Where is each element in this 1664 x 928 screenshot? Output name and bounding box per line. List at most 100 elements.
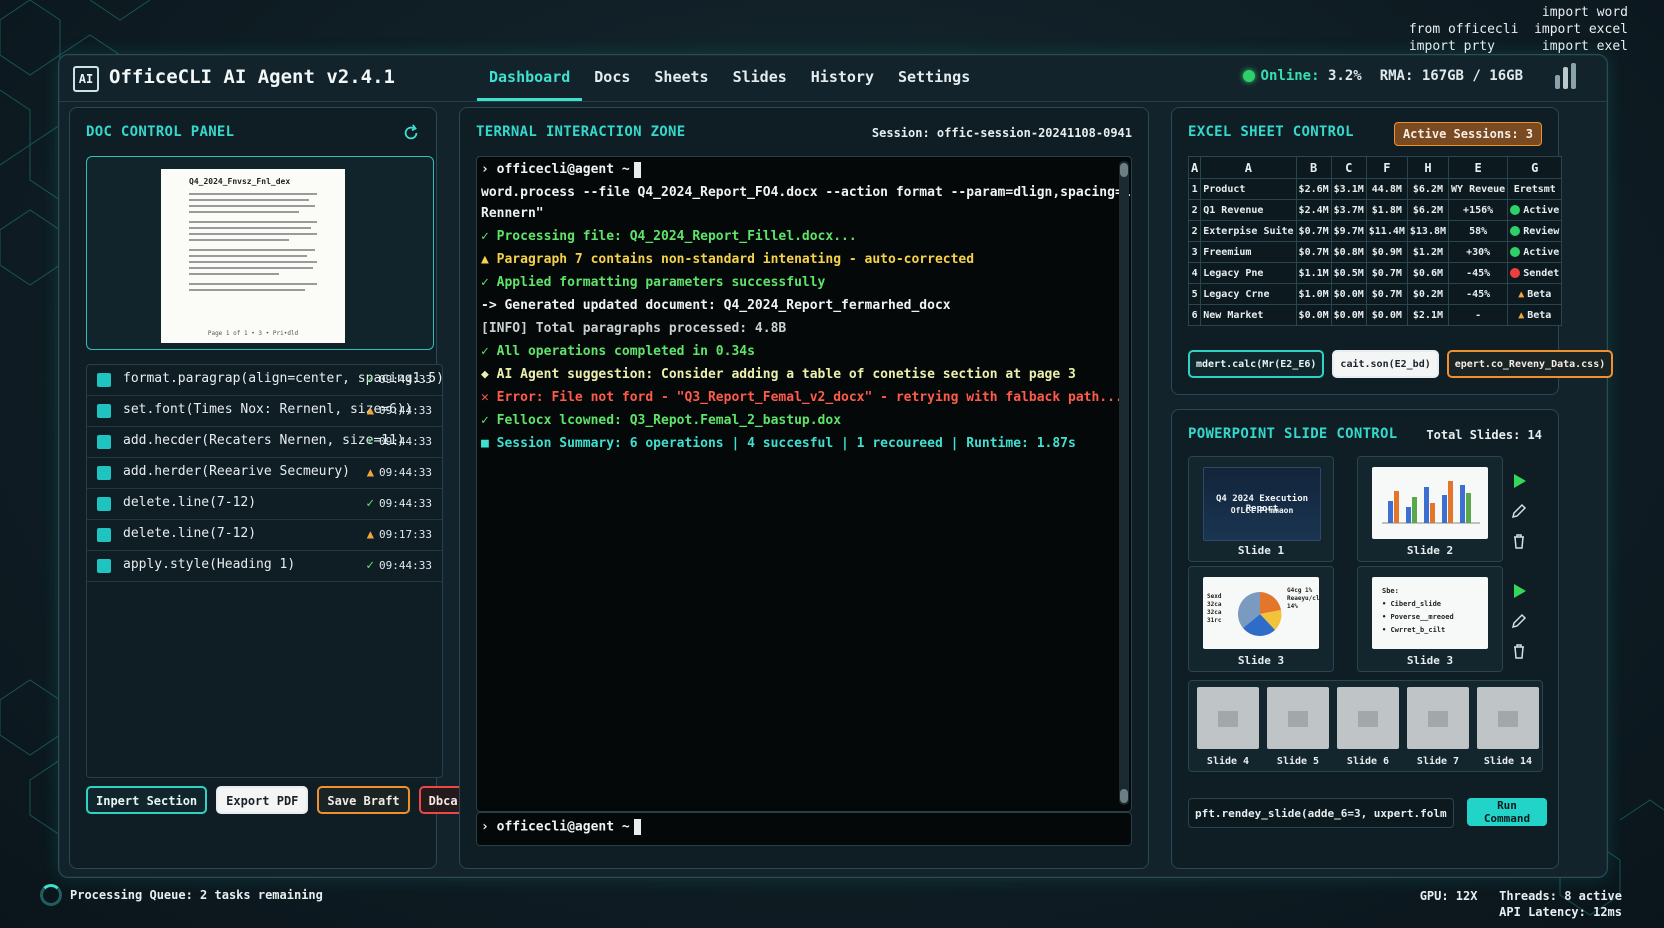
checkbox[interactable] [97,528,111,542]
panel-title: POWERPOINT SLIDE CONTROL [1188,426,1398,442]
ram-usage: RMA: 167GB / 16GB [1379,68,1523,84]
terminal-output[interactable]: › officecli@agent ~ word.process --file … [476,156,1132,812]
play-icon[interactable] [1510,582,1528,600]
document-page-thumbnail: Q4_2024_Fnvsz_Fnl_dex Page 1 of 1 • 3 • … [161,169,345,343]
tab-history[interactable]: History [799,55,886,101]
main-nav: Dashboard Docs Sheets Slides History Set… [477,55,982,101]
edit-json-button[interactable]: cait.son(E2_bd) [1332,350,1439,378]
tab-settings[interactable]: Settings [886,55,982,101]
slide-thumbnail[interactable]: Q4 2024 Execution Report OfLCl Prmmaon S… [1188,456,1334,562]
signal-bars-icon[interactable] [1553,63,1579,91]
checkbox[interactable] [97,435,111,449]
table-row[interactable]: 2 Exterpise Suite $0.7M $9.7M $11.4M $13.8M 58… [1187,220,1563,242]
play-icon[interactable] [1510,472,1528,490]
slide-preview: Sexd 32ca 32ca 31rc G4cg 1% Reaeyu/cle 1… [1203,577,1323,649]
list-item[interactable]: delete.line(7-12) ▲ 09:17:33 [87,520,442,551]
slide-strip: Slide 4 Slide 5 Slide 6 Slide 7 Slide 14 [1188,680,1543,772]
trash-icon[interactable] [1510,642,1528,660]
total-slides: Total Slides: 14 [1426,428,1542,442]
terminal-line: ✓ Fellocx lcowned: Q3_Repot.Femal_2_bast… [481,413,842,428]
terminal-scrollbar[interactable] [1119,161,1129,805]
bar-chart-icon [1382,481,1480,524]
checkbox[interactable] [97,404,111,418]
table-row[interactable]: 6 New Market $0.0M $0.0M $0.0M $2.1M - ▲ Beta [1187,304,1563,326]
refresh-icon[interactable] [402,124,420,142]
terminal-line: word.process --file Q4_2024_Report_FO4.d… [481,185,1131,200]
terminal-line: ▲ Paragraph 7 contains non-standard inte… [481,252,975,267]
save-draft-button[interactable]: Save Braft [317,786,410,814]
tab-docs[interactable]: Docs [582,55,642,101]
warning-icon: ▲ [1518,288,1525,300]
spinner-icon [40,884,62,906]
export-pdf-button[interactable]: Export PDF [216,786,309,814]
list-item[interactable]: set.font(Times Nox: Rernenl, size=6)) ▲ 09… [87,396,442,427]
insert-section-button[interactable]: Inpert Section [86,786,208,814]
doc-page-footer: Page 1 of 1 • 3 • Pri•dld [207,330,299,337]
terminal-line: ◆ AI Agent suggestion: Consider adding a… [481,367,1076,382]
panel-title: DOC CONTROL PANEL [86,124,235,140]
trash-icon[interactable] [1510,532,1528,550]
terminal-line: ✓ All operations completed in 0.34s [481,344,755,359]
operations-list: format.paragrap(align=center, spacing1.5… [86,364,444,778]
spreadsheet-grid[interactable]: AABCFHEG 1 Product $2.6M $3.1M 44.8M $6.2M WY … [1187,156,1563,326]
slide-thumbnail[interactable]: Slide 6 [1337,687,1399,767]
table-row[interactable]: 3 Freemium $0.7M $0.8M $0.9M $1.2M +30% Active [1187,241,1563,263]
checkbox[interactable] [97,497,111,511]
check-icon: ✓ [366,558,375,573]
slide-thumbnail[interactable]: Slide 5 [1267,687,1329,767]
tab-dashboard[interactable]: Dashboard [477,55,583,101]
check-icon: ✓ [366,372,375,387]
slide-command-input[interactable] [1188,798,1454,828]
table-row[interactable]: 5 Legacy Crne $1.0M $0.0M $0.7M $0.2M -45% ▲ Bet… [1187,283,1563,305]
active-sessions-badge: Active Sessions: 3 [1393,122,1542,146]
export-csv-button[interactable]: epert.co_Reveny_Data.css) [1446,350,1614,378]
check-icon: ✓ [366,434,375,449]
list-item[interactable]: apply.style(Heading 1) ✓ 09:44:33 [87,551,442,582]
doc-name: Q4_2024_Fnvsz_Fnl_dex [189,177,291,186]
slide-thumbnail[interactable]: Sexd 32ca 32ca 31rc G4cg 1% Reaeyu/cle 1… [1188,566,1334,672]
document-preview[interactable]: Q4_2024_Fnvsz_Fnl_dex Page 1 of 1 • 3 • … [86,156,434,350]
warning-icon: ▲ [366,465,375,479]
list-item[interactable]: delete.line(7-12) ✓ 09:44:33 [87,489,442,520]
status-dot-icon [1510,267,1521,278]
table-row[interactable]: 4 Legacy Pne $1.1M $0.5M $0.7M $0.6M -45% Sende… [1187,262,1563,284]
checkbox[interactable] [97,559,111,573]
edit-pencil-icon[interactable] [1510,612,1528,630]
slide-thumbnail[interactable]: Sbe: • Ciberd_slide • Poverse__mreoed • … [1357,566,1503,672]
run-command-button[interactable]: Run Command [1467,798,1547,826]
tab-sheets[interactable]: Sheets [642,55,720,101]
slide-thumbnail[interactable]: Slide 14 [1477,687,1539,767]
terminal-line: ✓ Processing file: Q4_2024_Report_Fillel… [481,229,857,244]
warning-icon: ▲ [1518,309,1525,321]
pie-chart-icon [1237,592,1282,636]
system-status: Online: 3.2% RMA: 167GB / 16GB [1242,68,1523,84]
slide-thumbnail[interactable]: Slide 4 [1197,687,1259,767]
list-item[interactable]: add.hecder(Recaters Nernen, size=11) ✓ 09:… [87,427,442,458]
edit-pencil-icon[interactable] [1510,502,1528,520]
terminal-line: ✓ Applied formatting parameters successf… [481,275,826,290]
table-row[interactable]: 1 Product $2.6M $3.1M 44.8M $6.2M WY Reveue Ere… [1187,178,1563,200]
slide-preview: Q4 2024 Execution Report OfLCl Prmmaon [1203,467,1321,541]
corner-code: import word from officecli import excel im… [1408,5,1628,54]
checkbox[interactable] [97,466,111,480]
table-row[interactable]: 2 Q1 Revenue $2.4M $3.7M $1.8M $6.2M +156% Acti… [1187,199,1563,221]
session-id: Session: offic-session-20241108-0941 [871,126,1132,140]
cursor [633,819,641,835]
slide-thumbnail[interactable]: Slide 7 [1407,687,1469,767]
app-window: AI OfficeCLI AI Agent v2.4.1 Dashboard D… [58,54,1614,878]
system-metrics: GPU: 12X Threads: 8 active API Latency: … [1419,889,1622,919]
tab-slides[interactable]: Slides [721,55,799,101]
terminal-panel: TERRNAL INTERACTION ZONE Session: offic-… [459,107,1149,869]
doc-control-panel: DOC CONTROL PANEL Q4_2024_Fnvsz_Fnl_dex [69,107,526,869]
slide-thumbnail[interactable]: Slide 2 [1357,456,1503,562]
terminal-line: › officecli@agent ~ [481,159,641,181]
terminal-prompt[interactable]: › officecli@agent ~ [476,812,1132,846]
checkbox[interactable] [97,373,111,387]
slide-actions-bottom [1510,582,1530,664]
panel-title: EXCEL SHEET CONTROL [1188,124,1354,140]
terminal-line: [INFO] Total paragraphs processed: 4.8B [481,321,787,336]
list-item[interactable]: format.paragrap(align=center, spacing1.5… [87,365,444,396]
list-item[interactable]: add.herder(Reearive Secmeury) ▲ 09:44:33 [87,458,442,489]
cursor [633,161,641,178]
insert-calc-button[interactable]: mdert.calc(Mr(E2_E6) [1188,350,1325,378]
